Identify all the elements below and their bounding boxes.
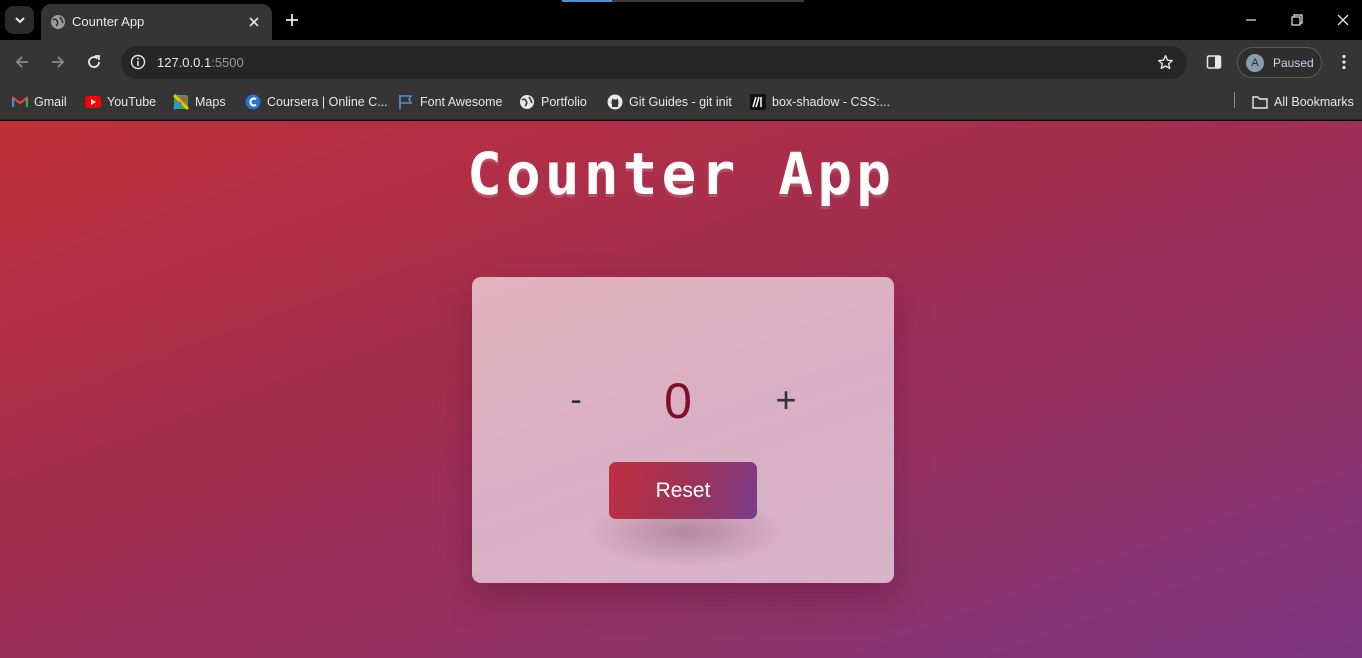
close-icon xyxy=(1337,14,1349,26)
active-tab[interactable]: Counter App xyxy=(41,4,272,40)
counter-card: - 0 + Reset xyxy=(472,277,894,583)
coursera-icon xyxy=(245,94,261,110)
address-bar[interactable]: 127.0.0.1:5500 xyxy=(121,46,1187,79)
maps-icon xyxy=(173,94,189,110)
reload-button[interactable] xyxy=(84,52,104,72)
reset-button[interactable]: Reset xyxy=(609,462,757,519)
close-icon xyxy=(249,17,259,27)
new-tab-button[interactable] xyxy=(282,10,302,30)
url-host: 127.0.0.1 xyxy=(157,55,212,70)
plus-icon xyxy=(286,14,298,26)
back-arrow-icon xyxy=(15,56,28,68)
bookmarks-bar: Gmail YouTube Maps Coursera | Online C..… xyxy=(0,85,1362,120)
github-icon xyxy=(607,94,623,110)
close-window-button[interactable] xyxy=(1333,10,1353,30)
bookmark-label: YouTube xyxy=(107,95,157,109)
bookmark-maps[interactable]: Maps xyxy=(173,92,226,112)
tab-strip: Counter App xyxy=(0,0,1362,40)
bookmark-star-button[interactable] xyxy=(1156,53,1174,71)
profile-button[interactable]: A Paused xyxy=(1237,47,1322,78)
tab-search-button[interactable] xyxy=(5,6,34,34)
bookmark-coursera[interactable]: Coursera | Online C... xyxy=(245,92,388,112)
side-panel-icon xyxy=(1206,55,1222,69)
minimize-icon xyxy=(1246,19,1256,21)
minimize-button[interactable] xyxy=(1241,10,1261,30)
forward-button[interactable] xyxy=(48,52,68,72)
browser-menu-button[interactable] xyxy=(1334,52,1354,72)
url-port: :5500 xyxy=(211,55,244,70)
bookmark-font-awesome[interactable]: Font Awesome xyxy=(398,92,502,112)
globe-icon xyxy=(51,15,65,29)
bookmark-label: Gmail xyxy=(34,95,67,109)
counter-value: 0 xyxy=(664,373,692,429)
mdn-icon xyxy=(750,94,766,110)
bookmark-box-shadow[interactable]: box-shadow - CSS:... xyxy=(750,92,890,112)
tab-close-button[interactable] xyxy=(246,14,262,30)
site-info-button[interactable] xyxy=(129,53,147,71)
info-icon xyxy=(130,54,146,70)
globe-icon xyxy=(519,94,535,110)
bookmarks-divider xyxy=(1234,92,1235,108)
bookmark-portfolio[interactable]: Portfolio xyxy=(519,92,587,112)
avatar: A xyxy=(1246,54,1264,72)
tab-strip-indicator xyxy=(562,0,804,2)
bookmark-label: Font Awesome xyxy=(420,95,503,109)
chevron-down-icon xyxy=(14,17,25,24)
bookmark-youtube[interactable]: YouTube xyxy=(85,92,156,112)
bookmark-label: Maps xyxy=(195,95,226,109)
bookmark-gmail[interactable]: Gmail xyxy=(12,92,67,112)
back-button[interactable] xyxy=(12,52,32,72)
reload-icon xyxy=(88,55,100,68)
page-title: Counter App xyxy=(466,140,896,208)
decrement-button[interactable]: - xyxy=(564,380,588,420)
all-bookmarks-label: All Bookmarks xyxy=(1274,95,1354,109)
tab-title: Counter App xyxy=(72,14,145,29)
star-icon xyxy=(1157,54,1173,69)
flag-icon xyxy=(398,94,414,110)
gmail-icon xyxy=(12,94,28,110)
url-text[interactable]: 127.0.0.1:5500 xyxy=(157,55,244,70)
side-panel-button[interactable] xyxy=(1204,52,1224,72)
bookmark-git-guides[interactable]: Git Guides - git init xyxy=(607,92,732,112)
increment-button[interactable]: + xyxy=(772,380,800,420)
page-content: Counter App - 0 + Reset xyxy=(0,121,1362,658)
all-bookmarks-button[interactable]: All Bookmarks xyxy=(1252,92,1354,112)
restore-button[interactable] xyxy=(1287,10,1307,30)
youtube-icon xyxy=(85,94,101,110)
folder-icon xyxy=(1252,94,1268,110)
browser-toolbar: 127.0.0.1:5500 A Paused xyxy=(0,40,1362,85)
bookmark-label: box-shadow - CSS:... xyxy=(772,95,891,109)
forward-arrow-icon xyxy=(52,56,65,68)
bookmark-label: Coursera | Online C... xyxy=(267,95,388,109)
restore-icon xyxy=(1291,14,1303,26)
bookmark-label: Portfolio xyxy=(541,95,587,109)
bookmark-label: Git Guides - git init xyxy=(629,95,732,109)
profile-status: Paused xyxy=(1273,56,1314,70)
more-vertical-icon xyxy=(1342,54,1346,70)
